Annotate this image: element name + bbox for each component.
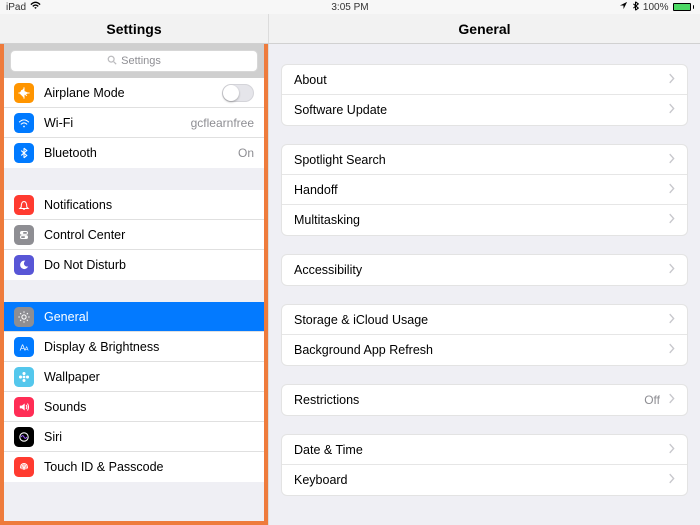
detail-row-handoff[interactable]: Handoff	[282, 175, 687, 205]
sidebar-item-label: Sounds	[44, 400, 86, 414]
airplane-icon	[14, 83, 34, 103]
sidebar-item-siri[interactable]: Siri	[4, 422, 264, 452]
sidebar-item-general[interactable]: General	[4, 302, 264, 332]
airplane-mode-toggle[interactable]	[222, 84, 254, 102]
bluetooth-icon	[14, 143, 34, 163]
detail-row-label: Spotlight Search	[294, 153, 386, 167]
detail-row-software-update[interactable]: Software Update	[282, 95, 687, 125]
detail-pane: About Software Update Spotlight Search Hand…	[268, 44, 700, 525]
chevron-right-icon	[668, 263, 675, 277]
detail-row-date-time[interactable]: Date & Time	[282, 435, 687, 465]
wifi-icon	[14, 113, 34, 133]
sidebar-item-label: Bluetooth	[44, 146, 97, 160]
detail-row-storage-icloud-usage[interactable]: Storage & iCloud Usage	[282, 305, 687, 335]
sidebar-item-value: gcflearnfree	[191, 116, 254, 130]
location-icon	[619, 1, 628, 13]
detail-row-label: Handoff	[294, 183, 338, 197]
chevron-right-icon	[668, 183, 675, 197]
sidebar-item-label: Wallpaper	[44, 370, 100, 384]
sidebar-item-airplane-mode[interactable]: Airplane Mode	[4, 78, 264, 108]
sidebar-item-notifications[interactable]: Notifications	[4, 190, 264, 220]
sidebar-item-label: Notifications	[44, 198, 112, 212]
detail-row-background-app-refresh[interactable]: Background App Refresh	[282, 335, 687, 365]
chevron-right-icon	[668, 473, 675, 487]
sidebar-item-label: Display & Brightness	[44, 340, 159, 354]
detail-row-label: Storage & iCloud Usage	[294, 313, 428, 327]
chevron-right-icon	[668, 343, 675, 357]
bell-icon	[14, 195, 34, 215]
sidebar-item-do-not-disturb[interactable]: Do Not Disturb	[4, 250, 264, 280]
detail-row-label: Date & Time	[294, 443, 363, 457]
detail-row-about[interactable]: About	[282, 65, 687, 95]
sidebar-item-display-brightness[interactable]: AA Display & Brightness	[4, 332, 264, 362]
chevron-right-icon	[668, 213, 675, 227]
detail-row-restrictions[interactable]: Restrictions Off	[282, 385, 687, 415]
detail-row-value: Off	[644, 393, 660, 407]
detail-row-label: Restrictions	[294, 393, 359, 407]
detail-row-label: Multitasking	[294, 213, 360, 227]
sidebar-item-control-center[interactable]: Control Center	[4, 220, 264, 250]
battery-pct: 100%	[643, 2, 669, 13]
sidebar-item-touch-id-passcode[interactable]: Touch ID & Passcode	[4, 452, 264, 482]
sidebar-item-label: Siri	[44, 430, 62, 444]
chevron-right-icon	[668, 393, 675, 407]
sidebar-item-label: General	[44, 310, 88, 324]
svg-text:A: A	[25, 346, 29, 352]
settings-title: Settings	[0, 14, 268, 43]
sidebar: Settings Airplane Mode Wi-Fi gcflearnfree B…	[0, 44, 268, 525]
search-row: Settings	[4, 44, 264, 78]
chevron-right-icon	[668, 153, 675, 167]
status-left: iPad	[6, 0, 41, 14]
sidebar-item-label: Touch ID & Passcode	[44, 460, 164, 474]
flower-icon	[14, 367, 34, 387]
chevron-right-icon	[668, 73, 675, 87]
sidebar-item-wifi[interactable]: Wi-Fi gcflearnfree	[4, 108, 264, 138]
status-bar: iPad 3:05 PM 100%	[0, 0, 700, 14]
search-input[interactable]: Settings	[10, 50, 258, 72]
sidebar-item-wallpaper[interactable]: Wallpaper	[4, 362, 264, 392]
split-headers: Settings General	[0, 14, 700, 44]
detail-row-keyboard[interactable]: Keyboard	[282, 465, 687, 495]
sidebar-item-bluetooth[interactable]: Bluetooth On	[4, 138, 264, 168]
bluetooth-icon	[632, 1, 639, 14]
general-title: General	[268, 14, 700, 43]
battery-icon	[673, 3, 695, 11]
detail-row-multitasking[interactable]: Multitasking	[282, 205, 687, 235]
status-right: 100%	[619, 1, 694, 14]
detail-row-label: Software Update	[294, 103, 387, 117]
sidebar-item-sounds[interactable]: Sounds	[4, 392, 264, 422]
detail-row-label: Accessibility	[294, 263, 362, 277]
chevron-right-icon	[668, 443, 675, 457]
siri-icon	[14, 427, 34, 447]
status-time: 3:05 PM	[331, 2, 368, 13]
switches-icon	[14, 225, 34, 245]
sidebar-item-label: Airplane Mode	[44, 86, 125, 100]
split-main: Settings Airplane Mode Wi-Fi gcflearnfree B…	[0, 44, 700, 525]
gear-icon	[14, 307, 34, 327]
chevron-right-icon	[668, 313, 675, 327]
chevron-right-icon	[668, 103, 675, 117]
sidebar-item-value: On	[238, 146, 254, 160]
detail-row-label: About	[294, 73, 327, 87]
detail-row-label: Keyboard	[294, 473, 348, 487]
sidebar-item-label: Control Center	[44, 228, 125, 242]
detail-row-label: Background App Refresh	[294, 343, 433, 357]
detail-row-accessibility[interactable]: Accessibility	[282, 255, 687, 285]
device-label: iPad	[6, 2, 26, 13]
wifi-icon	[30, 0, 41, 14]
speaker-icon	[14, 397, 34, 417]
search-icon	[107, 55, 117, 68]
fingerprint-icon	[14, 457, 34, 477]
text-icon: AA	[14, 337, 34, 357]
search-placeholder: Settings	[121, 55, 161, 67]
sidebar-item-label: Wi-Fi	[44, 116, 73, 130]
sidebar-item-label: Do Not Disturb	[44, 258, 126, 272]
moon-icon	[14, 255, 34, 275]
detail-row-spotlight-search[interactable]: Spotlight Search	[282, 145, 687, 175]
